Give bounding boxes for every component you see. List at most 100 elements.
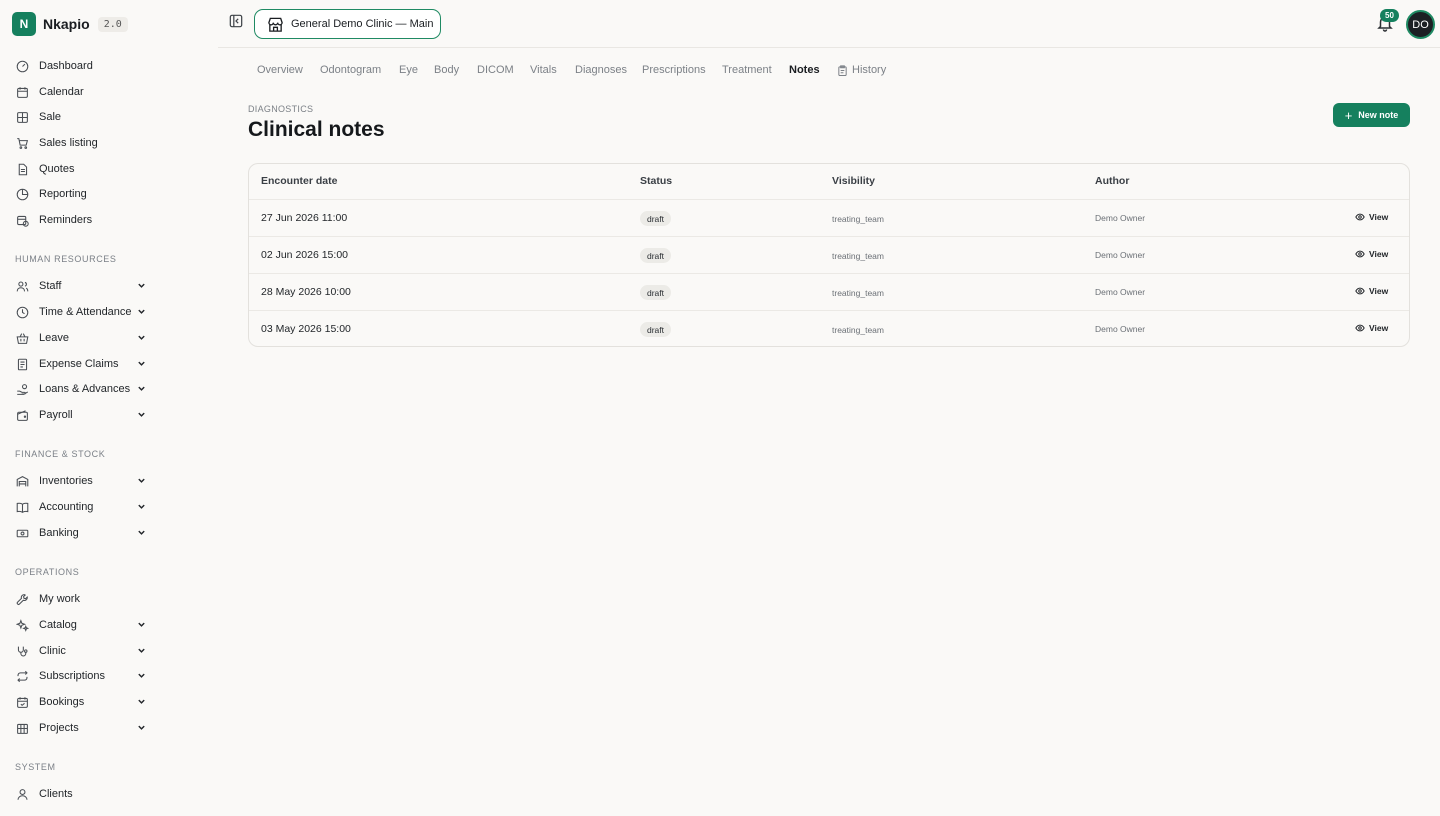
table-row[interactable]: 28 May 2026 10:00 draft treating_team De… xyxy=(249,273,1409,310)
sidebar-item-leave[interactable]: Leave xyxy=(16,327,150,349)
table-row[interactable]: 02 Jun 2026 15:00 draft treating_team De… xyxy=(249,236,1409,273)
encounter-date: 27 Jun 2026 11:00 xyxy=(261,212,348,224)
sidebar-item-label: Sale xyxy=(39,111,62,123)
sidebar-item-dashboard[interactable]: Dashboard xyxy=(16,55,150,77)
sidebar-item-label: Clients xyxy=(39,788,73,800)
sidebar-item-bookings[interactable]: Bookings xyxy=(16,691,150,713)
warehouse-icon xyxy=(16,475,29,488)
calendar-clock-icon xyxy=(16,214,29,227)
author-value: Demo Owner xyxy=(1095,324,1146,334)
status-badge: draft xyxy=(640,322,672,337)
author-value: Demo Owner xyxy=(1095,213,1146,223)
sidebar-item-my-work[interactable]: My work xyxy=(16,588,150,610)
sidebar-item-loans-advances[interactable]: Loans & Advances xyxy=(16,378,150,400)
sidebar-item-sale[interactable]: Sale xyxy=(16,106,150,128)
chevron-down-icon xyxy=(137,723,146,732)
brand-name: Nkapio xyxy=(43,16,90,32)
tab-eye[interactable]: Eye xyxy=(399,63,418,77)
brand-logo: N xyxy=(12,12,36,36)
sidebar-item-quotes[interactable]: Quotes xyxy=(16,158,150,180)
sidebar-item-sales-listing[interactable]: Sales listing xyxy=(16,132,150,154)
sidebar-item-label: Time & Attendance xyxy=(39,306,132,318)
chevron-down-icon xyxy=(137,502,146,511)
visibility-value: treating_team xyxy=(832,214,884,224)
sidebar-item-label: Reminders xyxy=(39,214,93,226)
view-button[interactable]: View xyxy=(1355,323,1388,333)
sidebar-item-label: Bookings xyxy=(39,696,85,708)
sidebar-item-payroll[interactable]: Payroll xyxy=(16,404,150,426)
grid-icon xyxy=(16,111,29,124)
visibility-value: treating_team xyxy=(832,325,884,335)
view-button[interactable]: View xyxy=(1355,212,1388,222)
sidebar-item-clients[interactable]: Clients xyxy=(16,783,150,805)
sidebar-item-inventories[interactable]: Inventories xyxy=(16,470,150,492)
eye-icon xyxy=(1355,286,1365,296)
table-row[interactable]: 03 May 2026 15:00 draft treating_team De… xyxy=(249,310,1409,347)
author-value: Demo Owner xyxy=(1095,250,1146,260)
sidebar-item-label: My work xyxy=(39,593,80,605)
new-note-button[interactable]: + New note xyxy=(1333,103,1410,127)
sidebar-item-label: Leave xyxy=(39,332,69,344)
sidebar-item-expense-claims[interactable]: Expense Claims xyxy=(16,353,150,375)
notes-table: Encounter date Status Visibility Author … xyxy=(248,163,1410,347)
brand[interactable]: N Nkapio 2.0 xyxy=(12,12,128,36)
status-badge: draft xyxy=(640,248,672,263)
sidebar-item-label: Loans & Advances xyxy=(39,383,131,395)
table-row[interactable]: 27 Jun 2026 11:00 draft treating_team De… xyxy=(249,199,1409,236)
clinic-switcher-button[interactable]: General Demo Clinic — Main xyxy=(254,9,441,39)
wallet-icon xyxy=(16,409,29,422)
tab-overview[interactable]: Overview xyxy=(257,63,303,77)
tab-body[interactable]: Body xyxy=(434,63,459,77)
column-header-encounter-date: Encounter date xyxy=(261,175,338,187)
sidebar-item-label: Expense Claims xyxy=(39,358,119,370)
visibility-value: treating_team xyxy=(832,288,884,298)
tab-prescriptions[interactable]: Prescriptions xyxy=(642,63,706,77)
sidebar-item-staff[interactable]: Staff xyxy=(16,275,150,297)
stethoscope-icon xyxy=(16,645,29,658)
tab-notes[interactable]: Notes xyxy=(789,63,820,77)
sidebar-item-subscriptions[interactable]: Subscriptions xyxy=(16,665,150,687)
store-icon xyxy=(267,16,284,33)
sidebar-item-clinic[interactable]: Clinic xyxy=(16,640,150,662)
sidebar-item-reporting[interactable]: Reporting xyxy=(16,183,150,205)
tab-dicom[interactable]: DICOM xyxy=(477,63,514,77)
gauge-icon xyxy=(16,60,29,73)
encounter-date: 02 Jun 2026 15:00 xyxy=(261,249,348,261)
chevron-down-icon xyxy=(137,359,146,368)
page-title: Clinical notes xyxy=(248,118,385,141)
section-label-finance: FINANCE & STOCK xyxy=(15,449,106,459)
clock-icon xyxy=(16,306,29,319)
tab-odontogram[interactable]: Odontogram xyxy=(320,63,381,77)
sidebar-item-calendar[interactable]: Calendar xyxy=(16,81,150,103)
eye-icon xyxy=(1355,323,1365,333)
user-icon xyxy=(16,788,29,801)
sidebar-toggle-icon[interactable] xyxy=(229,14,243,28)
section-label-operations: OPERATIONS xyxy=(15,567,80,577)
view-button[interactable]: View xyxy=(1355,286,1388,296)
building-icon xyxy=(16,722,29,735)
tab-history[interactable]: History xyxy=(837,63,886,77)
sidebar-item-label: Projects xyxy=(39,722,79,734)
sidebar-item-banking[interactable]: Banking xyxy=(16,522,150,544)
tab-treatment[interactable]: Treatment xyxy=(722,63,772,77)
sidebar-item-label: Clinic xyxy=(39,645,66,657)
sidebar-item-accounting[interactable]: Accounting xyxy=(16,496,150,518)
column-header-visibility: Visibility xyxy=(832,175,875,187)
avatar[interactable]: DO xyxy=(1406,10,1435,39)
chevron-down-icon xyxy=(137,410,146,419)
sidebar-item-catalog[interactable]: Catalog xyxy=(16,614,150,636)
view-button[interactable]: View xyxy=(1355,249,1388,259)
document-icon xyxy=(16,163,29,176)
users-icon xyxy=(16,280,29,293)
sidebar-item-label: Quotes xyxy=(39,163,75,175)
tab-vitals[interactable]: Vitals xyxy=(530,63,557,77)
receipt-icon xyxy=(16,358,29,371)
wrench-icon xyxy=(16,593,29,606)
tab-diagnoses[interactable]: Diagnoses xyxy=(575,63,627,77)
sidebar-item-time-attendance[interactable]: Time & Attendance xyxy=(16,301,150,323)
sidebar-item-projects[interactable]: Projects xyxy=(16,717,150,739)
encounter-date: 03 May 2026 15:00 xyxy=(261,323,351,335)
sidebar-item-label: Calendar xyxy=(39,86,84,98)
sidebar-item-reminders[interactable]: Reminders xyxy=(16,209,150,231)
version-badge: 2.0 xyxy=(97,16,128,32)
